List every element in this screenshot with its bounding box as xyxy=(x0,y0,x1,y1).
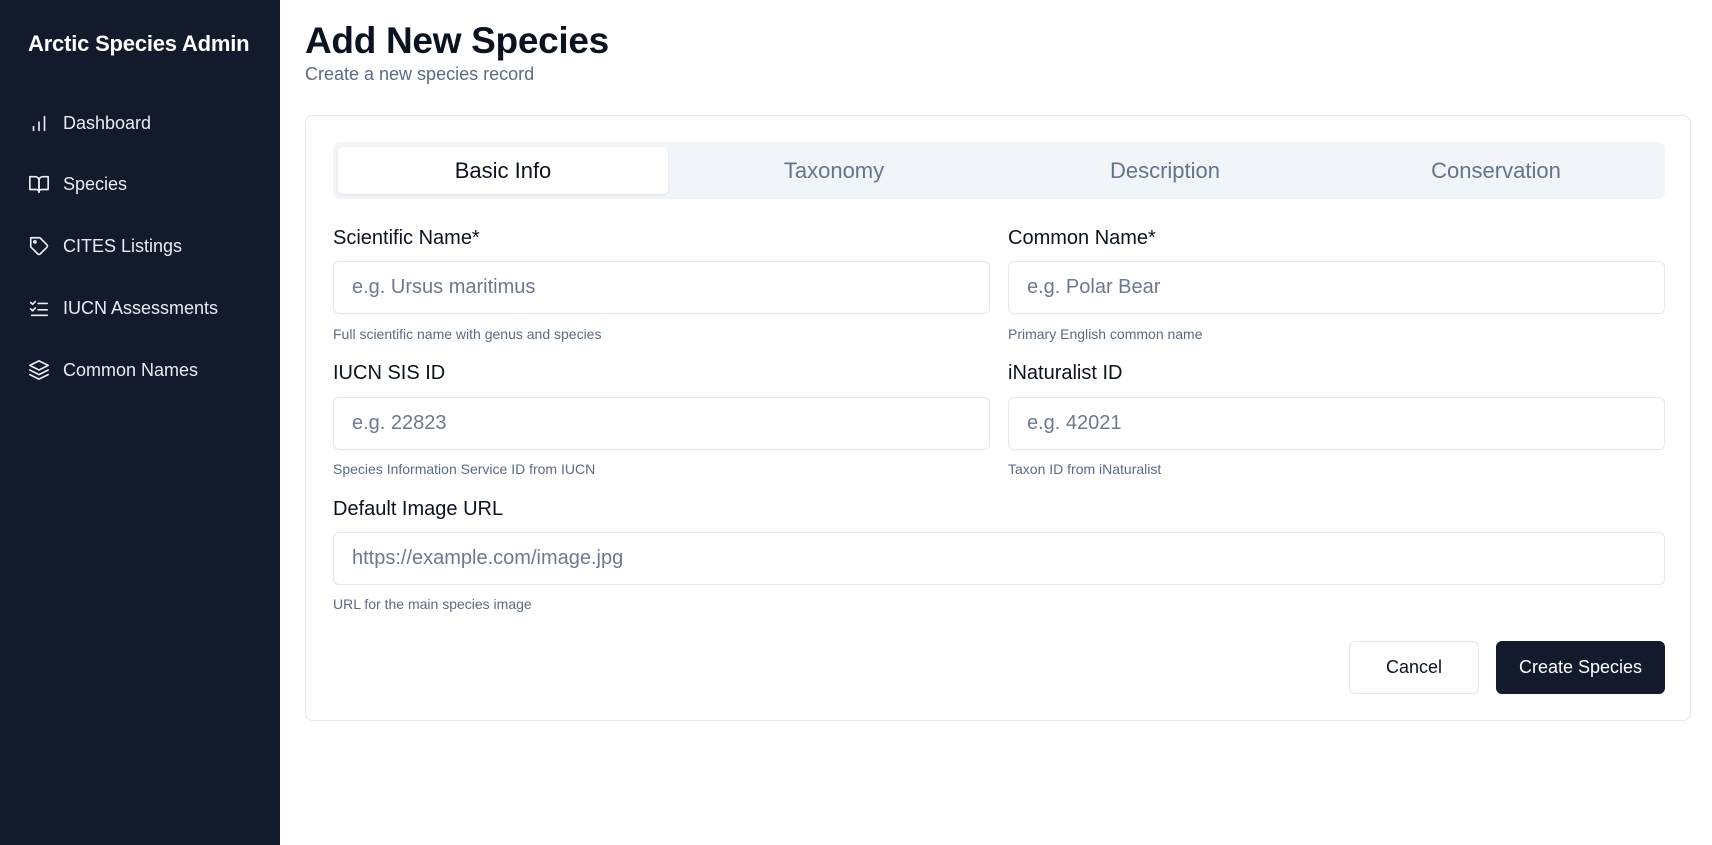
layers-icon xyxy=(28,359,50,381)
sidebar-item-label: Common Names xyxy=(63,359,199,380)
checklist-icon xyxy=(28,297,50,319)
default-image-url-help: URL for the main species image xyxy=(333,596,532,612)
sidebar-item-dashboard[interactable]: Dashboard xyxy=(28,103,151,143)
common-name-help: Primary English common name xyxy=(1008,326,1203,342)
default-image-url-label: Default Image URL xyxy=(333,498,504,520)
inaturalist-id-help: Taxon ID from iNaturalist xyxy=(1008,461,1162,477)
sidebar-item-cites-listings[interactable]: CITES Listings xyxy=(28,226,182,266)
sidebar-item-iucn-assessments[interactable]: IUCN Assessments xyxy=(28,288,218,328)
species-form-card: Basic Info Taxonomy Description Conserva… xyxy=(305,115,1691,721)
sidebar-item-label: CITES Listings xyxy=(63,235,183,256)
default-image-url-input[interactable] xyxy=(333,532,1665,585)
sidebar-item-species[interactable]: Species xyxy=(28,164,127,204)
bar-chart-icon xyxy=(28,112,50,134)
scientific-name-input[interactable] xyxy=(333,261,990,314)
common-name-input[interactable] xyxy=(1008,261,1665,314)
tab-basic-info[interactable]: Basic Info xyxy=(338,147,668,194)
inaturalist-id-input[interactable] xyxy=(1008,397,1665,450)
tab-description[interactable]: Description xyxy=(1000,147,1330,194)
sidebar-item-common-names[interactable]: Common Names xyxy=(28,350,198,390)
tab-taxonomy[interactable]: Taxonomy xyxy=(669,147,999,194)
scientific-name-help: Full scientific name with genus and spec… xyxy=(333,326,602,342)
sidebar: Arctic Species Admin Dashboard Species C… xyxy=(0,0,280,845)
book-icon xyxy=(28,173,50,195)
inaturalist-id-label: iNaturalist ID xyxy=(1008,362,1123,384)
sidebar-item-label: Species xyxy=(63,173,128,194)
iucn-sis-id-label: IUCN SIS ID xyxy=(333,362,446,384)
tab-conservation[interactable]: Conservation xyxy=(1331,147,1661,194)
tag-icon xyxy=(28,235,50,257)
sidebar-item-label: Dashboard xyxy=(63,112,152,133)
tab-list: Basic Info Taxonomy Description Conserva… xyxy=(333,142,1665,199)
cancel-button[interactable]: Cancel xyxy=(1349,641,1479,694)
scientific-name-label: Scientific Name* xyxy=(333,227,480,249)
app-title: Arctic Species Admin xyxy=(28,31,250,56)
common-name-label: Common Name* xyxy=(1008,227,1156,249)
main-content: Add New Species Create a new species rec… xyxy=(280,0,1712,845)
iucn-sis-id-input[interactable] xyxy=(333,397,990,450)
create-species-button[interactable]: Create Species xyxy=(1496,641,1665,694)
sidebar-item-label: IUCN Assessments xyxy=(63,297,219,318)
iucn-sis-id-help: Species Information Service ID from IUCN xyxy=(333,461,596,477)
page-title: Add New Species xyxy=(305,20,609,61)
page-subtitle: Create a new species record xyxy=(305,64,535,84)
